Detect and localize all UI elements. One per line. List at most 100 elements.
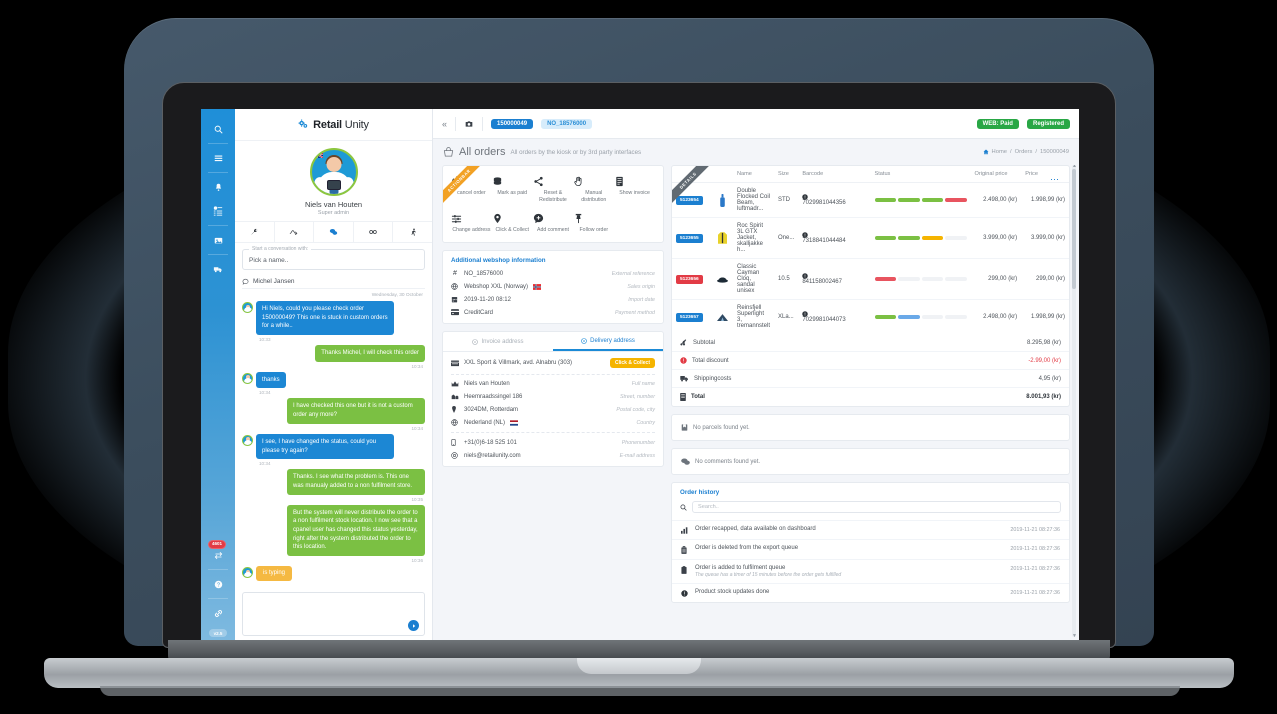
uk-flag-icon	[311, 150, 323, 158]
scroll-down-icon[interactable]: ▼	[1072, 633, 1077, 639]
jacket-icon	[716, 232, 729, 245]
status-badge-registration: Registered	[1026, 118, 1070, 129]
external-ref-badge[interactable]: NO_18576000	[541, 118, 593, 129]
home-icon[interactable]	[983, 149, 989, 155]
breadcrumb-orders[interactable]: Orders	[1015, 149, 1033, 155]
item-id-badge[interactable]: 5123656	[676, 274, 703, 284]
table-row[interactable]: 5123654 Double Flocked Coil Beam, luftma…	[672, 182, 1069, 218]
laptop-base-shadow	[100, 686, 1180, 696]
bell-icon[interactable]	[204, 175, 232, 199]
image-icon[interactable]	[204, 228, 232, 252]
cell-id: 5123657	[672, 300, 712, 335]
action-reset-redistribute[interactable]: Reset & Redistribute	[533, 176, 574, 204]
action-change-address[interactable]: Change address	[451, 213, 492, 234]
gears-icon	[298, 119, 309, 130]
status-bar-2	[898, 315, 920, 319]
status-bar-4	[945, 198, 967, 202]
queue-icon[interactable]: 4601	[204, 540, 232, 567]
action-click-and-collect[interactable]: Click & Collect	[492, 213, 533, 234]
chat-bubble: I see, I have changed the status, could …	[256, 433, 394, 460]
history-text: Order is added to fulfilment queue	[695, 565, 786, 571]
divider	[455, 116, 457, 131]
webshop-info-heading: Additional webshop information	[451, 257, 546, 265]
history-entry: Order is deleted from the export queue 2…	[672, 539, 1069, 559]
search-icon	[680, 503, 687, 511]
history-date: 2019-11-21 08:27:36	[1010, 546, 1060, 552]
scroll-up-icon[interactable]: ▲	[1072, 165, 1077, 169]
cell-size: STD	[774, 182, 799, 218]
history-date: 2019-11-21 08:27:36	[1010, 527, 1060, 533]
help-icon[interactable]: ?	[204, 572, 232, 596]
status-bars	[874, 315, 967, 319]
norway-flag-icon	[533, 283, 542, 290]
action-mark-as-paid[interactable]: Mark as paid	[492, 176, 533, 204]
pickup-store-row: XXL Sport & Villmark, avd. Alnabru (303)…	[443, 352, 663, 371]
total-row-discount: Total discount -2.99,00 (kr)	[672, 352, 1069, 370]
status-bar-1	[874, 315, 896, 319]
action-add-comment[interactable]: Add comment	[533, 213, 574, 234]
camera-icon[interactable]	[464, 120, 474, 128]
link-icon[interactable]	[204, 601, 232, 625]
actionbar-ribbon: ACTIONBAR	[443, 166, 489, 212]
chat-bubble: But the system will never distribute the…	[287, 504, 425, 556]
chat-message-row: I have checked this one but it is not a …	[242, 398, 425, 424]
profile-tab-running[interactable]	[393, 222, 432, 242]
truck-icon[interactable]	[204, 257, 232, 281]
tab-invoice-address[interactable]: Invoice address	[443, 332, 553, 351]
tab-delivery-address[interactable]: Delivery address	[553, 332, 663, 352]
profile-tab-activity[interactable]	[275, 222, 315, 242]
menu-icon[interactable]	[204, 146, 232, 170]
status-bar-4	[945, 277, 967, 281]
cell-status	[870, 258, 971, 300]
chat-sidebar: Retail Unity Niels van Houten Super admi…	[235, 109, 433, 643]
receipt-icon	[680, 393, 686, 401]
table-row[interactable]: 5123655 Roc Spirit 3L GTX Jacket, skallj…	[672, 217, 1069, 259]
click-and-collect-badge: Click & Collect	[609, 358, 655, 369]
action-show-invoice[interactable]: Show invoice	[614, 176, 655, 204]
send-icon[interactable]	[408, 620, 419, 631]
share-icon	[533, 176, 574, 187]
item-id-badge[interactable]: 5123657	[676, 312, 703, 322]
order-history-card: Order history Search.. Order recapped, d…	[671, 482, 1070, 603]
info-value: Webshop XXL (Norway)	[464, 283, 529, 290]
conversation-picker-value: Pick a name..	[249, 257, 289, 264]
search-icon[interactable]	[204, 117, 232, 141]
action-label: Change address	[452, 226, 491, 233]
chevron-double-left-icon[interactable]: «	[442, 119, 447, 129]
avatar	[242, 567, 253, 578]
info-row-external-reference: # NO_18576000 External reference	[443, 267, 663, 280]
breadcrumb-home[interactable]: Home	[992, 149, 1007, 155]
breadcrumb: Home / Orders / 150000049	[983, 149, 1069, 155]
profile-tab-chat[interactable]	[314, 222, 354, 242]
scrollbar-thumb[interactable]	[1072, 169, 1076, 289]
profile-tab-watch[interactable]	[354, 222, 394, 242]
parcels-empty-state: No parcels found yet.	[672, 415, 1069, 440]
details-ribbon: DETAILS	[672, 166, 718, 212]
profile-tabs	[235, 222, 432, 243]
cell-barcode: 7318841044484	[798, 217, 871, 259]
order-id-badge[interactable]: 150000049	[491, 118, 534, 129]
item-id-badge[interactable]: 5123655	[676, 233, 703, 243]
trash-icon	[681, 546, 689, 554]
th-size: Size	[774, 166, 799, 183]
search-input[interactable]: Search..	[692, 501, 1061, 513]
breadcrumb-sep: /	[1010, 149, 1012, 155]
ellipsis-icon[interactable]: ⋯	[1050, 174, 1060, 185]
action-follow-order[interactable]: Follow order	[573, 213, 614, 234]
action-manual-distribution[interactable]: Manual distribution	[573, 176, 614, 204]
chat-message-row: Thanks. I see what the problem is. This …	[242, 469, 425, 495]
status-bar-3	[921, 198, 943, 202]
address-tabs: Invoice address Delivery address	[443, 332, 663, 353]
avatar	[309, 148, 358, 196]
profile-tab-tools[interactable]	[235, 222, 275, 242]
chart-icon	[681, 527, 689, 534]
table-row[interactable]: 5123656 Classic Cayman Cloq, sandal unis…	[672, 258, 1069, 300]
action-label: Mark as paid	[497, 190, 528, 196]
tasks-icon[interactable]	[204, 199, 232, 223]
pin-location-icon	[492, 213, 533, 224]
hash-icon: #	[453, 270, 457, 278]
table-row[interactable]: 5123657 Reinsfjell Superlight 3, tremann…	[672, 300, 1069, 335]
conversation-picker[interactable]: Start a conversation with: Pick a name..	[242, 246, 425, 270]
divider	[208, 143, 228, 144]
chat-input[interactable]	[242, 592, 425, 636]
